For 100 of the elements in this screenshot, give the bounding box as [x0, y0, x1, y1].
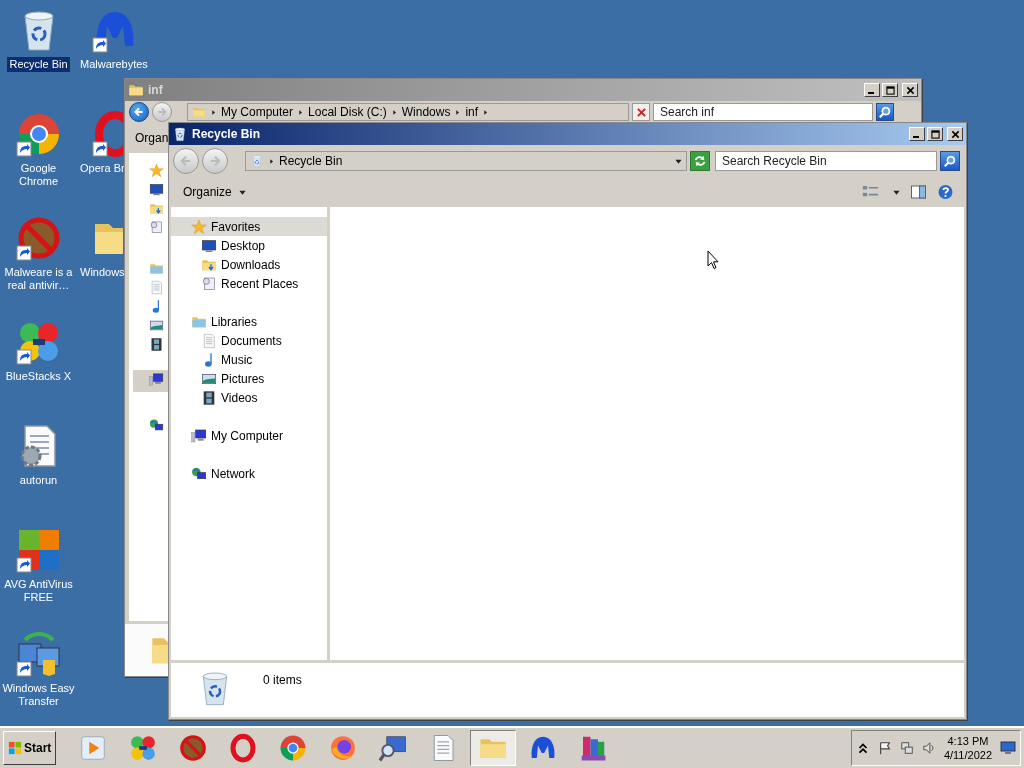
search-button[interactable]	[940, 151, 960, 171]
clock-time[interactable]: 4:13 PM	[947, 734, 989, 748]
desktop-icon-label[interactable]: Recycle Bin	[7, 57, 70, 72]
back-arrow-icon	[179, 154, 193, 168]
caret-icon[interactable]	[211, 109, 216, 115]
close-icon	[635, 106, 647, 118]
folder-icon	[128, 82, 144, 98]
prohibited-sign-icon	[178, 733, 209, 763]
close-button[interactable]	[947, 127, 963, 141]
network-icon	[149, 418, 164, 433]
network-icon	[191, 465, 207, 482]
recent-places-icon	[149, 220, 164, 235]
help-icon[interactable]	[937, 184, 954, 200]
nav-item[interactable]: Desktop	[171, 236, 327, 255]
organize-menu[interactable]: Organize	[175, 183, 255, 201]
address-bar[interactable]: My Computer Local Disk (C:) Windows inf	[187, 103, 629, 121]
flag-icon[interactable]	[877, 741, 892, 755]
desktop-icon-label[interactable]: Opera Br	[77, 161, 127, 176]
refresh-button[interactable]	[690, 151, 710, 171]
item-count: 0 items	[263, 673, 302, 687]
taskbar-button[interactable]	[470, 730, 517, 766]
breadcrumb[interactable]: inf	[465, 105, 479, 119]
windows-logo-icon	[8, 741, 22, 755]
o-ring-icon[interactable]	[91, 110, 123, 158]
maximize-button[interactable]	[882, 83, 898, 97]
folder-icon	[192, 105, 206, 119]
caret-icon[interactable]	[269, 158, 274, 164]
desktop-icon-label[interactable]: BlueStacks X	[3, 369, 74, 384]
speaker-icon[interactable]	[921, 741, 936, 755]
search-button[interactable]	[876, 103, 894, 121]
search-icon	[943, 154, 957, 168]
film-icon	[201, 389, 217, 406]
transfer-icon[interactable]	[14, 630, 63, 678]
caret-icon[interactable]	[675, 157, 682, 165]
desktop-icon-label[interactable]: Google Chrome	[0, 161, 77, 189]
nav-item[interactable]: Documents	[171, 331, 327, 350]
caret-icon[interactable]	[391, 109, 397, 115]
document-icon	[149, 280, 164, 295]
breadcrumb[interactable]: Windows	[401, 105, 451, 119]
window-title: Recycle Bin	[192, 127, 261, 141]
computer-icon	[191, 427, 207, 444]
breadcrumb[interactable]: My Computer	[221, 105, 294, 119]
computer-icon	[149, 372, 164, 387]
desktop-icon-label[interactable]: Windows Easy Transfer	[0, 681, 77, 709]
desktop-icon-label[interactable]: AVG AntiVirus FREE	[0, 577, 77, 605]
window-title: inf	[148, 83, 163, 97]
back-arrow-icon	[133, 106, 145, 118]
address-bar[interactable]: Recycle Bin	[245, 151, 687, 171]
caret-icon[interactable]	[239, 189, 247, 196]
breadcrumb[interactable]: Local Disk (C:)	[308, 105, 387, 119]
desktop-icon-label[interactable]: Malweare is a real antivir…	[0, 265, 77, 293]
star-icon	[149, 163, 164, 178]
minimize-button[interactable]	[909, 127, 925, 141]
film-icon	[149, 337, 164, 352]
stop-button[interactable]	[632, 103, 650, 121]
caret-icon[interactable]	[455, 109, 461, 115]
nav-item[interactable]: Libraries	[171, 312, 327, 331]
network-icon[interactable]	[899, 741, 914, 755]
nav-item[interactable]: Music	[171, 350, 327, 369]
close-icon	[905, 85, 915, 95]
search-field[interactable]: Search inf	[653, 103, 873, 121]
close-icon	[950, 129, 960, 139]
desktop-icon-label[interactable]: Windows	[77, 265, 127, 280]
desktop-icon-label[interactable]: Malwarebytes	[77, 57, 150, 72]
nav-item[interactable]: Pictures	[171, 369, 327, 388]
search-icon	[878, 105, 892, 119]
caret-icon[interactable]	[298, 109, 304, 115]
mouse-cursor-icon	[707, 250, 719, 270]
nav-item[interactable]: Network	[171, 464, 327, 483]
nav-item[interactable]: Videos	[171, 388, 327, 407]
recent-places-icon	[201, 275, 217, 292]
close-button[interactable]	[902, 83, 918, 97]
maximize-icon	[885, 85, 895, 95]
nav-item[interactable]: My Computer	[171, 426, 327, 445]
nav-item[interactable]: Favorites	[171, 217, 327, 236]
picture-icon	[149, 318, 164, 333]
clock-date[interactable]: 4/11/2022	[943, 748, 992, 762]
caret-icon[interactable]	[483, 109, 489, 115]
start-button[interactable]: Start	[3, 731, 57, 765]
maximize-button[interactable]	[927, 127, 943, 141]
trash-bin-icon	[172, 126, 188, 142]
preview-pane-icon[interactable]	[910, 184, 927, 200]
show-desktop-icon[interactable]	[1000, 741, 1016, 755]
magnifier-icon	[378, 733, 409, 763]
breadcrumb[interactable]: Recycle Bin	[279, 154, 343, 168]
maximize-icon	[930, 129, 940, 139]
back-button[interactable]	[129, 102, 149, 122]
desktop-icon-label[interactable]: autorun	[17, 473, 60, 488]
organize-menu[interactable]: Organ	[135, 131, 169, 145]
minimize-icon	[868, 92, 874, 94]
caret-icon[interactable]	[893, 188, 900, 196]
nav-item[interactable]: Downloads	[171, 255, 327, 274]
library-folder-icon	[149, 261, 164, 276]
minimize-button[interactable]	[864, 83, 880, 97]
trash-bin-icon	[250, 154, 264, 168]
monitor-icon	[149, 182, 164, 197]
star-icon	[191, 218, 207, 235]
search-field[interactable]: Search Recycle Bin	[715, 151, 937, 171]
download-folder-icon	[149, 201, 164, 216]
nav-item[interactable]: Recent Places	[171, 274, 327, 293]
